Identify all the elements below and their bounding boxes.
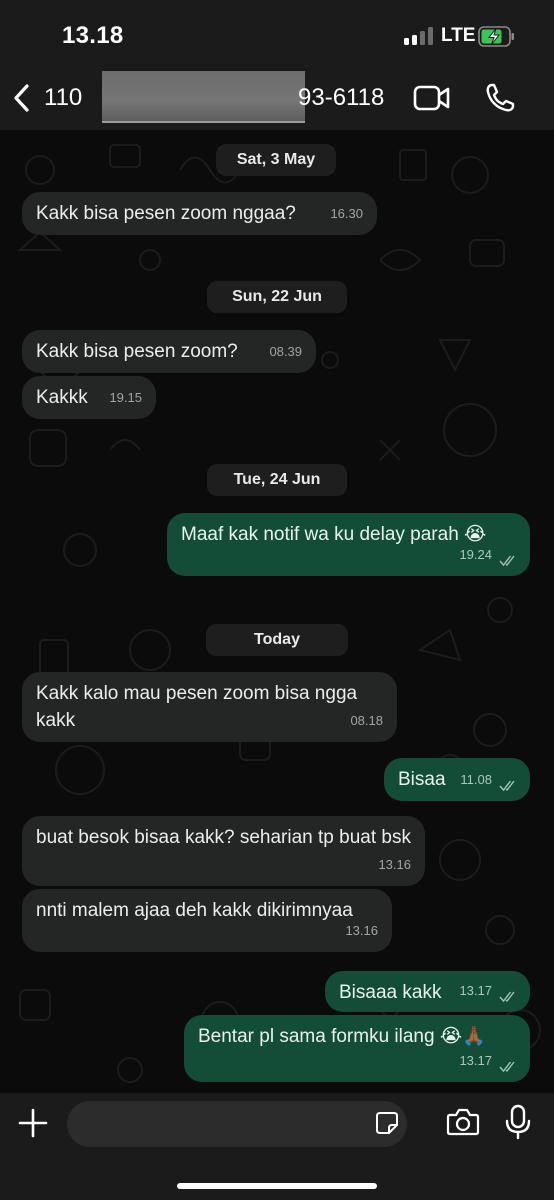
- read-receipt-icon: [499, 780, 515, 792]
- battery-charging-icon: [478, 26, 514, 47]
- incoming-message[interactable]: Kakk kalo mau pesen zoom bisa ngga kakk …: [22, 672, 397, 742]
- plus-icon[interactable]: [18, 1108, 48, 1138]
- chat-messages[interactable]: Sat, 3 May Kakk bisa pesen zoom nggaa? 1…: [0, 130, 554, 1093]
- message-time: 08.39: [269, 344, 302, 359]
- outgoing-message[interactable]: Maaf kak notif wa ku delay parah 😭 19.24: [167, 513, 530, 576]
- contact-name[interactable]: 93-6118: [298, 84, 384, 112]
- phone-icon[interactable]: [484, 82, 516, 114]
- message-text: Bentar pl sama formku ilang 😭🙏🏾: [198, 1026, 486, 1047]
- read-receipt-icon: [499, 1061, 515, 1073]
- message-text: Kakkk: [36, 387, 88, 408]
- network-type: LTE: [441, 25, 476, 46]
- incoming-message[interactable]: Kakk bisa pesen zoom nggaa? 16.30: [22, 192, 377, 235]
- incoming-message[interactable]: Kakk bisa pesen zoom? 08.39: [22, 330, 316, 373]
- home-indicator[interactable]: [177, 1183, 377, 1189]
- message-time: 16.30: [330, 206, 363, 221]
- message-time: 13.17: [459, 983, 492, 998]
- signal-icon: [404, 27, 434, 45]
- date-separator: Sat, 3 May: [216, 144, 336, 176]
- outgoing-message[interactable]: Bisaaa kakk 13.17: [325, 971, 530, 1012]
- incoming-message[interactable]: buat besok bisaa kakk? seharian tp buat …: [22, 816, 425, 886]
- back-unread-count[interactable]: 110: [44, 84, 82, 112]
- outgoing-message[interactable]: Bentar pl sama formku ilang 😭🙏🏾 13.17: [184, 1015, 530, 1082]
- read-receipt-icon: [499, 991, 515, 1003]
- message-input[interactable]: [67, 1101, 407, 1147]
- date-separator: Tue, 24 Jun: [207, 464, 347, 496]
- status-time: 13.18: [62, 22, 124, 49]
- read-receipt-icon: [499, 555, 515, 567]
- message-text: Kakk kalo mau pesen zoom bisa ngga kakk: [36, 683, 358, 731]
- sticker-icon[interactable]: [375, 1111, 399, 1135]
- message-text: buat besok bisaa kakk? seharian tp buat …: [36, 827, 411, 848]
- message-text: Bisaa: [398, 769, 446, 790]
- message-text: Kakk bisa pesen zoom?: [36, 341, 238, 362]
- message-text: Bisaaa kakk: [339, 982, 442, 1003]
- status-bar: 13.18 LTE: [0, 0, 554, 70]
- chevron-left-icon[interactable]: [10, 82, 34, 114]
- date-separator: Today: [206, 624, 348, 656]
- video-call-icon[interactable]: [413, 84, 451, 112]
- message-time: 13.17: [459, 1053, 492, 1068]
- chat-header: 110 93-6118: [0, 70, 554, 130]
- microphone-icon[interactable]: [505, 1104, 531, 1140]
- message-time: 08.18: [350, 713, 383, 728]
- message-time: 13.16: [378, 857, 411, 872]
- message-time: 13.16: [345, 923, 378, 938]
- outgoing-message[interactable]: Bisaa 11.08: [384, 758, 530, 801]
- incoming-message[interactable]: Kakkk 19.15: [22, 376, 156, 419]
- message-text: Kakk bisa pesen zoom nggaa?: [36, 203, 296, 224]
- message-text: nnti malem ajaa deh kakk dikirimnyaa: [36, 900, 353, 921]
- message-time: 19.24: [459, 547, 492, 562]
- redacted-contact-name: [102, 71, 305, 123]
- date-separator: Sun, 22 Jun: [207, 281, 347, 313]
- message-text: Maaf kak notif wa ku delay parah 😭: [181, 524, 487, 545]
- message-time: 19.15: [109, 390, 142, 405]
- message-time: 11.08: [460, 772, 492, 787]
- camera-icon[interactable]: [446, 1107, 480, 1137]
- incoming-message[interactable]: nnti malem ajaa deh kakk dikirimnyaa 13.…: [22, 889, 392, 952]
